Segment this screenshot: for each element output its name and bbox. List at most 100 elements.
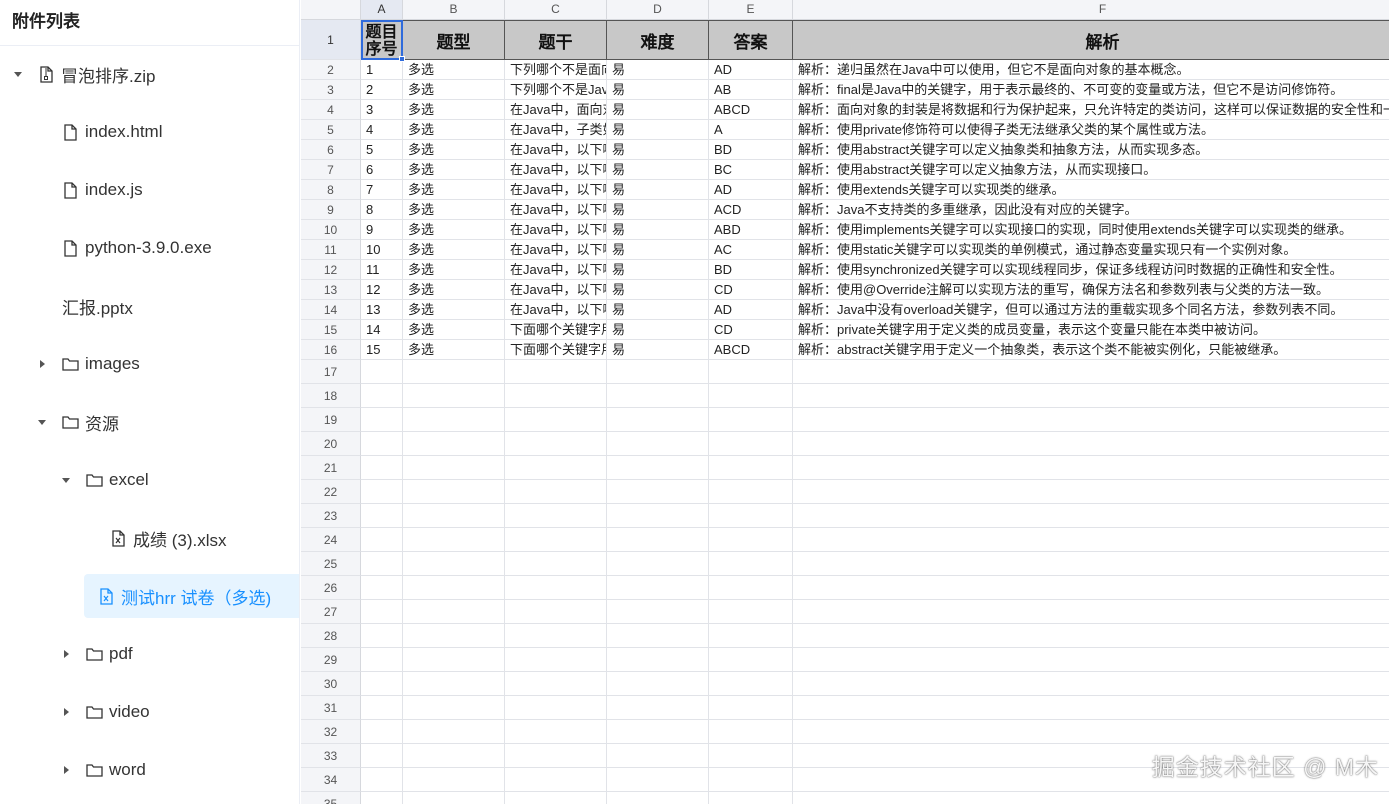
- table-cell[interactable]: 14: [361, 320, 403, 340]
- table-cell[interactable]: BC: [709, 160, 793, 180]
- caret-right-icon[interactable]: [60, 764, 72, 776]
- tree-node[interactable]: 成绩 (3).xlsx: [84, 516, 227, 560]
- empty-cell[interactable]: [505, 744, 607, 768]
- table-cell[interactable]: 解析：面向对象的封装是将数据和行为保护起来，只允许特定的类访问，这样可以保证数据…: [793, 100, 1389, 120]
- empty-cell[interactable]: [709, 744, 793, 768]
- empty-cell[interactable]: [403, 624, 505, 648]
- empty-cell[interactable]: [709, 768, 793, 792]
- empty-cell[interactable]: [607, 528, 709, 552]
- caret-down-icon[interactable]: [36, 416, 48, 428]
- column-header[interactable]: C: [505, 0, 607, 20]
- empty-cell[interactable]: [793, 360, 1389, 384]
- empty-cell[interactable]: [361, 720, 403, 744]
- caret-down-icon[interactable]: [60, 474, 72, 486]
- empty-cell[interactable]: [505, 576, 607, 600]
- caret-right-icon[interactable]: [60, 648, 72, 660]
- table-cell[interactable]: AC: [709, 240, 793, 260]
- tree-node[interactable]: index.html: [36, 110, 162, 154]
- empty-cell[interactable]: [505, 696, 607, 720]
- table-cell[interactable]: BD: [709, 140, 793, 160]
- empty-cell[interactable]: [361, 792, 403, 804]
- empty-cell[interactable]: [361, 768, 403, 792]
- tree-node[interactable]: images: [36, 342, 140, 386]
- caret-down-icon[interactable]: [12, 68, 24, 80]
- empty-cell[interactable]: [403, 504, 505, 528]
- header-cell[interactable]: 题目序号: [361, 20, 403, 60]
- empty-cell[interactable]: [709, 672, 793, 696]
- empty-cell[interactable]: [709, 720, 793, 744]
- row-header[interactable]: 1: [301, 20, 361, 60]
- table-cell[interactable]: 在Java中，以下哪些关键字可以实现单例模式？: [505, 240, 607, 260]
- table-cell[interactable]: 多选: [403, 280, 505, 300]
- empty-cell[interactable]: [709, 648, 793, 672]
- empty-cell[interactable]: [793, 456, 1389, 480]
- table-cell[interactable]: 易: [607, 120, 709, 140]
- empty-cell[interactable]: [403, 528, 505, 552]
- empty-cell[interactable]: [607, 768, 709, 792]
- empty-cell[interactable]: [793, 528, 1389, 552]
- table-cell[interactable]: 6: [361, 160, 403, 180]
- row-header[interactable]: 8: [301, 180, 361, 200]
- table-cell[interactable]: 多选: [403, 260, 505, 280]
- empty-cell[interactable]: [793, 480, 1389, 504]
- empty-cell[interactable]: [361, 624, 403, 648]
- tree-node[interactable]: word: [60, 748, 146, 792]
- row-header[interactable]: 20: [301, 432, 361, 456]
- empty-cell[interactable]: [709, 360, 793, 384]
- empty-cell[interactable]: [361, 432, 403, 456]
- empty-cell[interactable]: [709, 600, 793, 624]
- empty-cell[interactable]: [709, 576, 793, 600]
- row-header[interactable]: 35: [301, 792, 361, 804]
- table-cell[interactable]: 在Java中，面向对象的封装是指？: [505, 100, 607, 120]
- row-header[interactable]: 7: [301, 160, 361, 180]
- empty-cell[interactable]: [361, 360, 403, 384]
- empty-cell[interactable]: [403, 648, 505, 672]
- table-cell[interactable]: 下列哪个不是面向对象的基本概念？: [505, 60, 607, 80]
- table-cell[interactable]: 多选: [403, 320, 505, 340]
- empty-cell[interactable]: [361, 504, 403, 528]
- empty-cell[interactable]: [709, 480, 793, 504]
- empty-cell[interactable]: [403, 384, 505, 408]
- empty-cell[interactable]: [607, 600, 709, 624]
- empty-cell[interactable]: [709, 528, 793, 552]
- empty-cell[interactable]: [793, 624, 1389, 648]
- table-cell[interactable]: CD: [709, 320, 793, 340]
- empty-cell[interactable]: [709, 456, 793, 480]
- empty-cell[interactable]: [403, 696, 505, 720]
- table-cell[interactable]: ACD: [709, 200, 793, 220]
- table-cell[interactable]: 易: [607, 280, 709, 300]
- empty-cell[interactable]: [361, 600, 403, 624]
- row-header[interactable]: 28: [301, 624, 361, 648]
- table-cell[interactable]: 在Java中，以下哪些关键字可以实现方法的重载？: [505, 300, 607, 320]
- caret-right-icon[interactable]: [36, 358, 48, 370]
- tree-node[interactable]: 冒泡排序.zip: [12, 52, 155, 96]
- empty-cell[interactable]: [505, 432, 607, 456]
- row-header[interactable]: 5: [301, 120, 361, 140]
- row-header[interactable]: 9: [301, 200, 361, 220]
- row-header[interactable]: 26: [301, 576, 361, 600]
- table-cell[interactable]: BD: [709, 260, 793, 280]
- table-cell[interactable]: 解析：使用private修饰符可以使得子类无法继承父类的某个属性或方法。: [793, 120, 1389, 140]
- table-cell[interactable]: 易: [607, 140, 709, 160]
- empty-cell[interactable]: [709, 624, 793, 648]
- table-cell[interactable]: 易: [607, 160, 709, 180]
- column-header[interactable]: F: [793, 0, 1389, 20]
- empty-cell[interactable]: [361, 528, 403, 552]
- table-cell[interactable]: ABCD: [709, 100, 793, 120]
- empty-cell[interactable]: [403, 600, 505, 624]
- table-cell[interactable]: 在Java中，以下哪些关键字可以实现线程同步？: [505, 260, 607, 280]
- table-cell[interactable]: 2: [361, 80, 403, 100]
- row-header[interactable]: 34: [301, 768, 361, 792]
- table-cell[interactable]: AD: [709, 180, 793, 200]
- table-cell[interactable]: 解析：abstract关键字用于定义一个抽象类，表示这个类不能被实例化，只能被继…: [793, 340, 1389, 360]
- table-cell[interactable]: 13: [361, 300, 403, 320]
- table-cell[interactable]: 在Java中，以下哪些关键字可以实现多态？: [505, 140, 607, 160]
- row-header[interactable]: 27: [301, 600, 361, 624]
- empty-cell[interactable]: [793, 576, 1389, 600]
- row-header[interactable]: 4: [301, 100, 361, 120]
- empty-cell[interactable]: [709, 384, 793, 408]
- empty-cell[interactable]: [403, 408, 505, 432]
- table-cell[interactable]: 多选: [403, 160, 505, 180]
- table-cell[interactable]: AD: [709, 300, 793, 320]
- empty-cell[interactable]: [607, 576, 709, 600]
